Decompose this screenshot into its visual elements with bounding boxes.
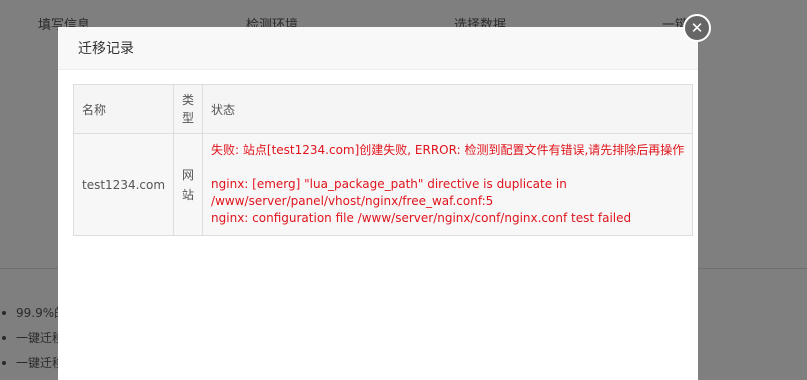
close-icon: ✕ <box>690 19 704 37</box>
feature-item: 99.9%的 <box>0 304 66 321</box>
column-header-type-char: 类 <box>182 93 195 107</box>
type-char: 站 <box>182 187 195 202</box>
dialog-header: 迁移记录 <box>58 27 698 70</box>
status-spacer <box>211 159 684 176</box>
feature-item: 一键迁移 <box>0 329 64 346</box>
type-char: 网 <box>182 167 195 182</box>
status-error-detail: nginx: configuration file /www/server/ng… <box>211 211 632 225</box>
status-error-summary: 失败: 站点[test1234.com]创建失败, ERROR: 检测到配置文件… <box>211 143 685 157</box>
table-header-row: 名称 类 型 状态 <box>72 84 694 134</box>
records-table: 名称 类 型 状态 test1234.com 网 站 失败: 站点[test12… <box>72 84 694 236</box>
status-cell: 失败: 站点[test1234.com]创建失败, ERROR: 检测到配置文件… <box>202 133 694 236</box>
bullet-icon <box>2 360 6 365</box>
table-row: test1234.com 网 站 失败: 站点[test1234.com]创建失… <box>72 133 694 236</box>
feature-item: 一键迁移 <box>0 354 64 371</box>
column-header-type: 类 型 <box>173 84 204 134</box>
status-error-detail: nginx: [emerg] "lua_package_path" direct… <box>211 177 567 191</box>
site-name-cell: test1234.com <box>72 133 175 236</box>
column-header-type-char: 型 <box>182 111 195 125</box>
column-header-name: 名称 <box>72 84 175 134</box>
dialog-title: 迁移记录 <box>78 41 134 57</box>
migration-records-dialog: 迁移记录 名称 类 型 状态 test1234.com 网 站 失败: 站点[t… <box>58 27 698 380</box>
type-cell: 网 站 <box>173 133 204 236</box>
bullet-icon <box>2 310 6 315</box>
status-error-detail: /www/server/panel/vhost/nginx/free_waf.c… <box>211 194 494 208</box>
close-button[interactable]: ✕ <box>683 14 711 42</box>
column-header-status: 状态 <box>202 84 694 134</box>
bullet-icon <box>2 335 6 340</box>
